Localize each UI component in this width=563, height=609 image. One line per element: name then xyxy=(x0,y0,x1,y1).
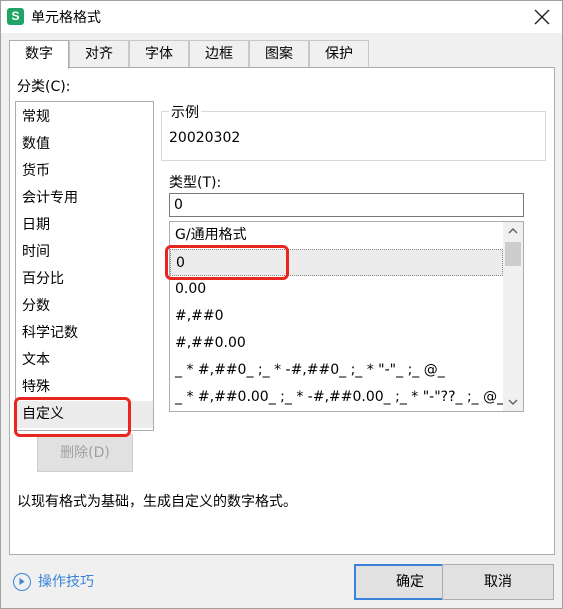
sample-value: 20020302 xyxy=(169,130,241,146)
category-item-currency[interactable]: 货币 xyxy=(16,158,153,185)
format-item-accounting[interactable]: _ * #,##0_ ;_ * -#,##0_ ;_ * "-"_ ;_ @_ xyxy=(170,357,503,384)
category-item-scientific[interactable]: 科学记数 xyxy=(16,320,153,347)
tab-border[interactable]: 边框 xyxy=(189,40,249,68)
tab-alignment[interactable]: 对齐 xyxy=(69,40,129,68)
delete-button: 删除(D) xyxy=(37,434,133,472)
category-item-accounting[interactable]: 会计专用 xyxy=(16,185,153,212)
category-item-percentage[interactable]: 百分比 xyxy=(16,266,153,293)
type-input[interactable] xyxy=(169,193,524,217)
title-bar: S 单元格格式 xyxy=(1,1,562,33)
window-title: 单元格格式 xyxy=(31,10,101,26)
format-item-decimal[interactable]: 0.00 xyxy=(170,276,503,303)
close-button[interactable] xyxy=(530,5,554,29)
format-item-thousands-decimal[interactable]: #,##0.00 xyxy=(170,330,503,357)
category-item-fraction[interactable]: 分数 xyxy=(16,293,153,320)
highlight-custom-category xyxy=(14,397,131,437)
format-description: 以现有格式为基础，生成自定义的数字格式。 xyxy=(17,494,297,510)
category-list[interactable]: 常规 数值 货币 会计专用 日期 时间 百分比 分数 科学记数 文本 特殊 自定… xyxy=(15,101,154,431)
format-list-scrollbar[interactable] xyxy=(503,222,523,411)
category-label: 分类(C): xyxy=(17,79,71,95)
scroll-up-icon[interactable] xyxy=(503,222,523,240)
scrollbar-thumb[interactable] xyxy=(505,242,521,266)
category-item-time[interactable]: 时间 xyxy=(16,239,153,266)
type-label: 类型(T): xyxy=(169,175,222,191)
tips-link-label[interactable]: 操作技巧 xyxy=(38,571,94,593)
play-circle-icon xyxy=(13,573,31,591)
format-cells-dialog: S 单元格格式 数字 对齐 字体 边框 图案 保护 分类(C): 常规 数值 货… xyxy=(0,0,563,609)
category-item-general[interactable]: 常规 xyxy=(16,104,153,131)
sample-legend: 示例 xyxy=(169,102,201,122)
tab-pattern[interactable]: 图案 xyxy=(249,40,309,68)
format-item-thousands[interactable]: #,##0 xyxy=(170,303,503,330)
close-icon xyxy=(534,9,550,25)
wps-spreadsheet-icon: S xyxy=(7,8,24,25)
cancel-button[interactable]: 取消 xyxy=(442,564,554,600)
tab-protection[interactable]: 保护 xyxy=(309,40,369,68)
highlight-format-zero xyxy=(165,245,289,280)
scroll-down-icon[interactable] xyxy=(503,393,523,411)
category-item-date[interactable]: 日期 xyxy=(16,212,153,239)
format-item-accounting-decimal[interactable]: _ * #,##0.00_ ;_ * -#,##0.00_ ;_ * "-"??… xyxy=(170,384,503,411)
category-item-text[interactable]: 文本 xyxy=(16,347,153,374)
category-item-number[interactable]: 数值 xyxy=(16,131,153,158)
tab-number[interactable]: 数字 xyxy=(9,40,69,69)
tab-font[interactable]: 字体 xyxy=(129,40,189,68)
